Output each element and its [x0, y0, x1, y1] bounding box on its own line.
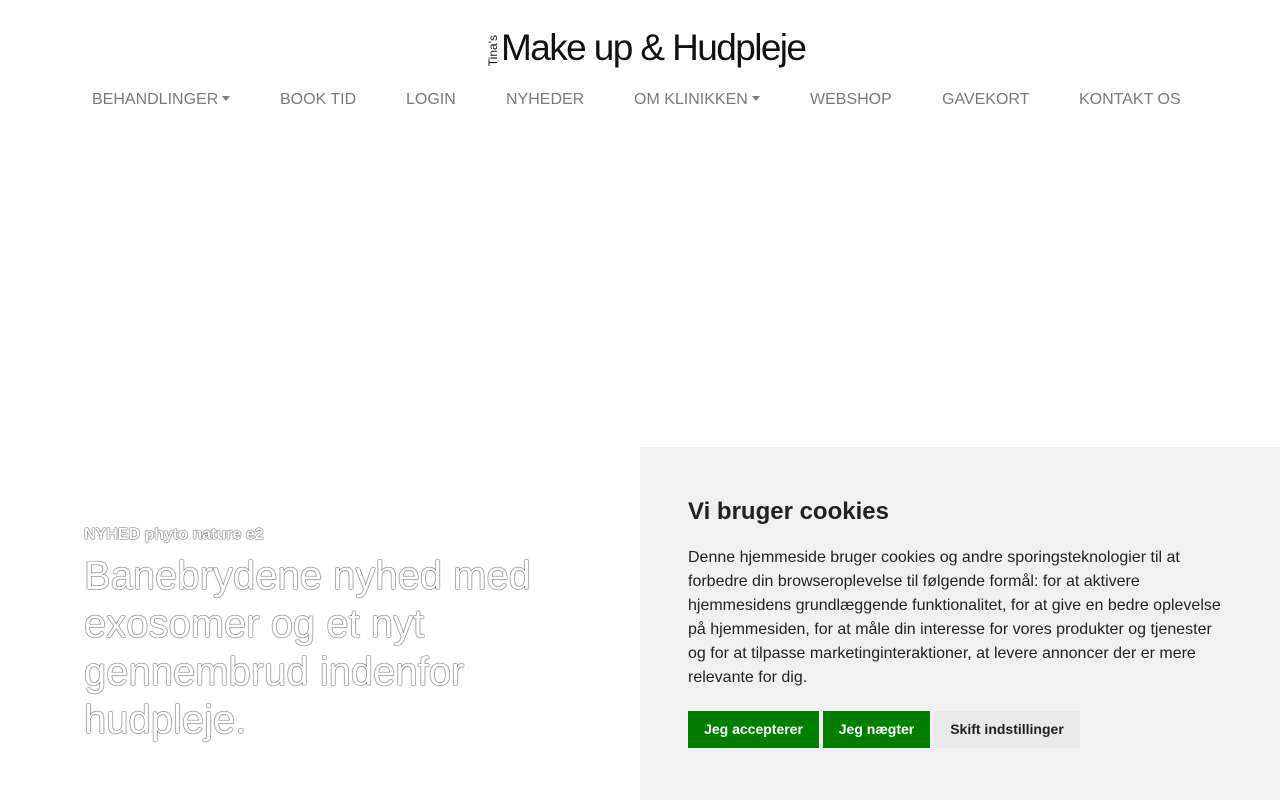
- nav-item-webshop[interactable]: WEBSHOP: [810, 88, 892, 112]
- reject-button[interactable]: Jeg nægter: [823, 711, 930, 748]
- hero-section: NYHED phyto nature e2 Banebrydene nyhed …: [84, 524, 604, 744]
- nav-item-label: LOGIN: [406, 91, 456, 108]
- caret-down-icon: [222, 96, 231, 101]
- cookie-title: Vi bruger cookies: [688, 498, 889, 525]
- cookie-description: Denne hjemmeside bruger cookies og andre…: [688, 549, 1221, 686]
- nav-item-label: OM KLINIKKEN: [634, 91, 748, 108]
- change-settings-button[interactable]: Skift indstillinger: [934, 711, 1080, 748]
- site-logo[interactable]: Tina's Make up & Hudpleje: [486, 26, 807, 70]
- nav-item-nyheder[interactable]: NYHEDER: [506, 88, 584, 112]
- hero-kicker: NYHED phyto nature e2: [84, 526, 264, 543]
- nav-item-om-klinikken[interactable]: OM KLINIKKEN: [634, 88, 760, 112]
- nav-item-label: NYHEDER: [506, 91, 585, 108]
- hero-title: Banebrydene nyhed med exosomer og et nyt…: [84, 554, 531, 742]
- caret-down-icon: [751, 96, 760, 101]
- nav-item-kontakt-os[interactable]: KONTAKT OS: [1079, 88, 1181, 112]
- cookie-banner: Vi bruger cookies Denne hjemmeside bruge…: [640, 447, 1280, 800]
- logo-tinas-text: Tina's: [486, 34, 500, 66]
- nav-item-label: KONTAKT OS: [1079, 91, 1181, 108]
- nav-item-label: WEBSHOP: [810, 91, 892, 108]
- site-header: Tina's Make up & Hudpleje BEHANDLINGER B…: [0, 0, 1280, 130]
- nav-item-login[interactable]: LOGIN: [406, 88, 456, 112]
- nav-item-label: BOOK TID: [280, 91, 357, 108]
- nav-item-gavekort[interactable]: GAVEKORT: [942, 88, 1029, 112]
- nav-item-label: BEHANDLINGER: [92, 91, 219, 108]
- nav-item-book-tid[interactable]: BOOK TID: [280, 88, 356, 112]
- nav-item-behandlinger[interactable]: BEHANDLINGER: [92, 88, 231, 112]
- nav-item-label: GAVEKORT: [942, 91, 1030, 108]
- accept-button[interactable]: Jeg accepterer: [688, 711, 819, 748]
- logo-main-text: Make up & Hudpleje: [501, 27, 807, 68]
- main-nav: BEHANDLINGER BOOK TID LOGIN NYHEDER OM K…: [0, 88, 1280, 112]
